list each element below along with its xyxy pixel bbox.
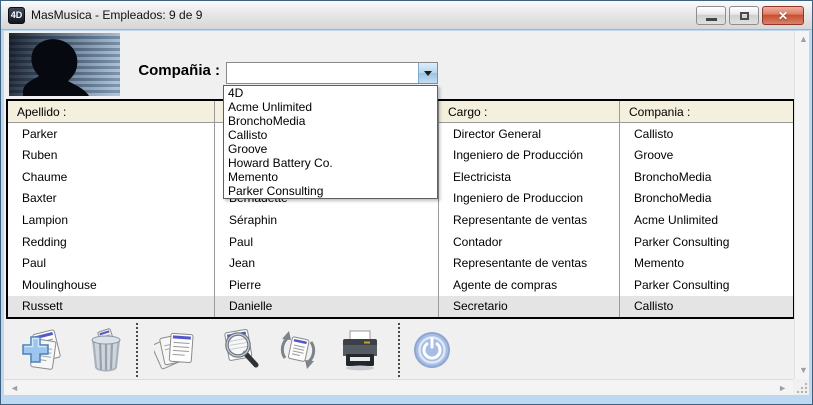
resize-grip[interactable] bbox=[794, 380, 809, 395]
cell-compania: Parker Consulting bbox=[620, 274, 793, 296]
print-button[interactable] bbox=[338, 328, 382, 372]
company-label: Compañia : bbox=[112, 62, 220, 79]
printer-icon bbox=[338, 328, 382, 372]
cell-apellido: Chaume bbox=[8, 166, 215, 188]
cell-compania: BronchoMedia bbox=[620, 166, 793, 188]
cell-nombre: Paul bbox=[215, 231, 439, 253]
column-header-cargo[interactable]: Cargo : bbox=[439, 101, 620, 122]
dropdown-option[interactable]: Acme Unlimited bbox=[224, 100, 437, 114]
search-record-icon bbox=[216, 328, 260, 372]
cell-cargo: Secretario bbox=[439, 296, 620, 318]
toolbar-separator bbox=[136, 323, 138, 377]
cell-apellido: Russett bbox=[8, 296, 215, 318]
dropdown-option[interactable]: BronchoMedia bbox=[224, 114, 437, 128]
cell-apellido: Paul bbox=[8, 252, 215, 274]
cell-apellido: Lampion bbox=[8, 209, 215, 231]
cell-compania: Acme Unlimited bbox=[620, 209, 793, 231]
minimize-icon bbox=[706, 18, 717, 21]
close-icon: ✕ bbox=[778, 9, 788, 23]
refresh-icon bbox=[276, 328, 320, 372]
power-icon bbox=[410, 328, 454, 372]
cell-compania: Callisto bbox=[620, 296, 793, 318]
vertical-scrollbar[interactable]: ▲ ▼ bbox=[794, 31, 809, 379]
table-row[interactable]: ReddingPaulContadorParker Consulting bbox=[8, 231, 793, 253]
cell-nombre: Séraphin bbox=[215, 209, 439, 231]
cell-compania: BronchoMedia bbox=[620, 188, 793, 210]
dropdown-arrow-icon bbox=[424, 71, 432, 76]
restore-icon bbox=[740, 12, 749, 20]
scroll-left-icon[interactable]: ◄ bbox=[10, 384, 19, 393]
cell-cargo: Ingeniero de Producción bbox=[439, 145, 620, 167]
search-records-button[interactable] bbox=[216, 328, 260, 372]
cell-cargo: Representante de ventas bbox=[439, 209, 620, 231]
toolbar-separator bbox=[398, 323, 400, 377]
minimize-button[interactable] bbox=[696, 6, 726, 25]
delete-record-button[interactable] bbox=[84, 328, 128, 372]
4d-logo-icon: 4D bbox=[8, 7, 25, 24]
toolbar bbox=[4, 321, 793, 379]
app-window: 4D MasMusica - Empleados: 9 de 9 ✕ Compa… bbox=[0, 0, 813, 405]
column-header-apellido[interactable]: Apellido : bbox=[8, 101, 215, 122]
cell-compania: Parker Consulting bbox=[620, 231, 793, 253]
dropdown-option[interactable]: Callisto bbox=[224, 128, 437, 142]
cell-nombre: Jean bbox=[215, 252, 439, 274]
scroll-down-icon[interactable]: ▼ bbox=[799, 366, 808, 375]
power-button[interactable] bbox=[410, 328, 454, 372]
table-row[interactable]: LampionSéraphinRepresentante de ventasAc… bbox=[8, 209, 793, 231]
client-area: Compañia : 4DAcme UnlimitedBronchoMediaC… bbox=[4, 31, 809, 395]
dropdown-option[interactable]: Parker Consulting bbox=[224, 184, 437, 198]
cell-cargo: Director General bbox=[439, 123, 620, 145]
window-title: MasMusica - Empleados: 9 de 9 bbox=[31, 8, 202, 22]
window-controls: ✕ bbox=[696, 6, 804, 25]
combobox-value[interactable] bbox=[227, 63, 418, 83]
cell-apellido: Baxter bbox=[8, 188, 215, 210]
cell-cargo: Ingeniero de Produccion bbox=[439, 188, 620, 210]
add-record-icon bbox=[20, 328, 64, 372]
dropdown-option[interactable]: Groove bbox=[224, 142, 437, 156]
person-silhouette-icon bbox=[9, 33, 120, 96]
restore-button[interactable] bbox=[729, 6, 759, 25]
close-button[interactable]: ✕ bbox=[762, 6, 804, 25]
cell-cargo: Electricista bbox=[439, 166, 620, 188]
company-dropdown-list: 4DAcme UnlimitedBronchoMediaCallistoGroo… bbox=[223, 85, 438, 199]
column-header-compania[interactable]: Compania : bbox=[620, 101, 793, 122]
cell-nombre: Pierre bbox=[215, 274, 439, 296]
employee-photo bbox=[9, 33, 120, 96]
dropdown-option[interactable]: Memento bbox=[224, 170, 437, 184]
table-row[interactable]: PaulJeanRepresentante de ventasMemento bbox=[8, 252, 793, 274]
cell-cargo: Contador bbox=[439, 231, 620, 253]
cell-cargo: Representante de ventas bbox=[439, 252, 620, 274]
company-combobox[interactable] bbox=[226, 62, 438, 84]
show-records-button[interactable] bbox=[154, 328, 198, 372]
refresh-records-button[interactable] bbox=[276, 328, 320, 372]
cell-apellido: Parker bbox=[8, 123, 215, 145]
cell-apellido: Redding bbox=[8, 231, 215, 253]
cell-apellido: Ruben bbox=[8, 145, 215, 167]
dropdown-option[interactable]: Howard Battery Co. bbox=[224, 156, 437, 170]
add-record-button[interactable] bbox=[20, 328, 64, 372]
scroll-right-icon[interactable]: ► bbox=[778, 384, 787, 393]
cell-apellido: Moulinghouse bbox=[8, 274, 215, 296]
cell-cargo: Agente de compras bbox=[439, 274, 620, 296]
table-row[interactable]: MoulinghousePierreAgente de comprasParke… bbox=[8, 274, 793, 296]
horizontal-scrollbar[interactable]: ◄ ► bbox=[4, 379, 793, 395]
cell-nombre: Danielle bbox=[215, 296, 439, 318]
cell-compania: Groove bbox=[620, 145, 793, 167]
cell-compania: Memento bbox=[620, 252, 793, 274]
scroll-up-icon[interactable]: ▲ bbox=[799, 35, 808, 44]
records-stack-icon bbox=[154, 328, 198, 372]
dropdown-option[interactable]: 4D bbox=[224, 86, 437, 100]
combobox-dropdown-button[interactable] bbox=[418, 63, 437, 83]
titlebar: 4D MasMusica - Empleados: 9 de 9 ✕ bbox=[1, 1, 812, 30]
trash-icon bbox=[84, 328, 128, 372]
table-row[interactable]: RussettDanielleSecretarioCallisto bbox=[8, 296, 793, 318]
cell-compania: Callisto bbox=[620, 123, 793, 145]
